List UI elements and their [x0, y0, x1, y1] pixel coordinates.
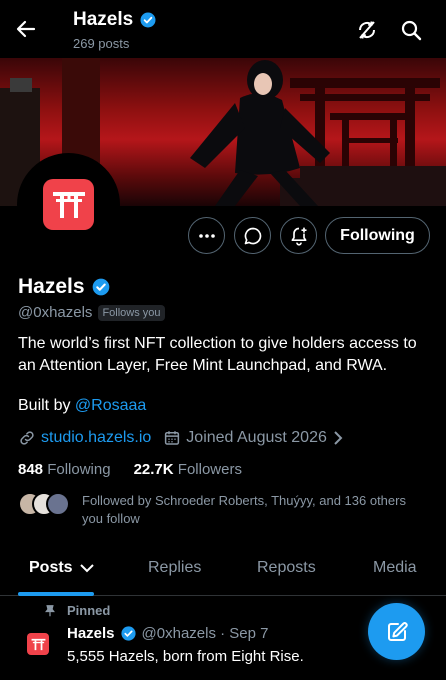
following-count-link[interactable]: 848 Following [18, 461, 111, 478]
calendar-icon [165, 431, 180, 445]
message-button[interactable] [234, 217, 271, 254]
top-bar: Hazels 269 posts [0, 0, 446, 58]
tab-media[interactable]: Media [373, 559, 417, 577]
mutual-avatar [46, 492, 70, 516]
refresh-icon[interactable] [355, 18, 379, 42]
pinned-label-row: Pinned [43, 603, 110, 618]
more-button[interactable] [188, 217, 225, 254]
post-author-avatar[interactable] [27, 633, 49, 655]
follows-you-badge: Follows you [98, 304, 165, 321]
profile-tabs: Posts Replies Reposts Media [0, 548, 446, 596]
active-tab-indicator [18, 592, 94, 596]
tab-reposts[interactable]: Reposts [257, 559, 316, 577]
post-author-name[interactable]: Hazels [67, 625, 115, 642]
followers-count-link[interactable]: 22.7K Followers [134, 461, 242, 478]
profile-handle: @0xhazels [18, 304, 93, 321]
profile-avatar[interactable] [17, 153, 120, 256]
profile-meta: studio.hazels.io Joined August 2026 [18, 429, 345, 447]
link-icon [20, 431, 34, 445]
torii-gate-icon [31, 638, 45, 650]
followed-by-text: Followed by Schroeder Roberts, Thuýyy, a… [82, 493, 406, 526]
chevron-right-icon[interactable] [331, 430, 345, 446]
header-title: Hazels [73, 9, 157, 31]
mutual-followers[interactable]: Followed by Schroeder Roberts, Thuýyy, a… [18, 492, 422, 528]
tab-posts[interactable]: Posts [29, 559, 95, 577]
handle-row: @0xhazels Follows you [18, 304, 165, 321]
website-link[interactable]: studio.hazels.io [41, 429, 151, 447]
notification-add-icon [291, 227, 306, 246]
more-icon [198, 233, 215, 238]
built-by-link[interactable]: @Rosaaa [75, 397, 146, 414]
torii-gate-icon [52, 191, 85, 218]
chevron-down-icon [79, 564, 94, 573]
joined-date: Joined August 2026 [186, 429, 327, 446]
tab-replies[interactable]: Replies [148, 559, 201, 577]
verified-badge-icon [120, 626, 136, 641]
profile-name: Hazels [18, 275, 111, 299]
avatar-image [43, 179, 94, 230]
post-text: 5,555 Hazels, born from Eight Rise. [67, 648, 304, 665]
post-meta: @0xhazels · Sep 7 [141, 625, 269, 642]
verified-badge-icon [140, 12, 156, 28]
compose-icon [387, 621, 408, 641]
following-button[interactable]: Following [325, 217, 430, 254]
verified-badge-icon [92, 278, 109, 296]
post-header: Hazels @0xhazels · Sep 7 [67, 625, 269, 642]
notifications-button[interactable] [280, 217, 317, 254]
post-count: 269 posts [73, 36, 130, 51]
follow-counts: 848 Following 22.7K Followers [18, 461, 242, 478]
built-by-line: Built by @Rosaaa [18, 397, 147, 414]
message-icon [244, 227, 261, 244]
compose-button[interactable] [368, 603, 425, 660]
pin-icon [45, 604, 55, 616]
search-icon[interactable] [399, 18, 423, 42]
profile-bio: The world’s first NFT collection to give… [18, 335, 417, 374]
back-arrow-icon[interactable] [14, 17, 38, 41]
